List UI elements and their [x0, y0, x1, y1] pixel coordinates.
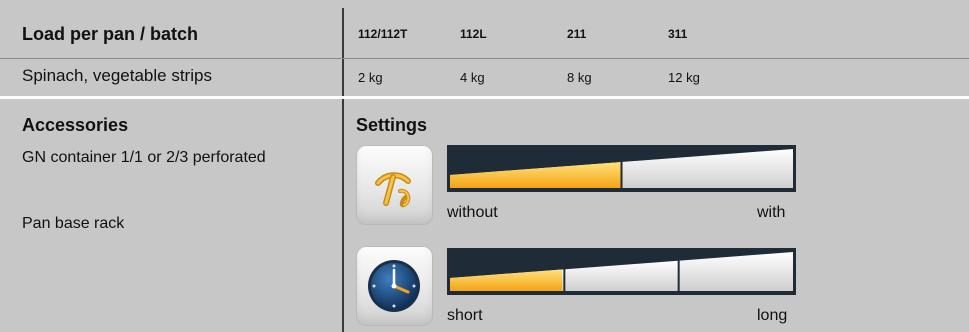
steam-nozzle-icon: [356, 145, 433, 225]
load-value-211: 8 kg: [567, 70, 592, 85]
model-211: 211: [567, 27, 587, 41]
humidity-max-label: with: [757, 204, 786, 221]
section-divider: [0, 96, 969, 99]
humidity-level-bar: [447, 145, 796, 192]
accessory-item: Pan base rack: [22, 215, 125, 232]
cooking-settings-sheet: Load per pan / batch Spinach, vegetable …: [0, 0, 969, 332]
load-value-112l: 4 kg: [460, 70, 485, 85]
accessory-item: GN container 1/1 or 2/3 perforated: [22, 149, 266, 166]
clock-icon: [356, 246, 433, 326]
load-heading: Load per pan / batch: [22, 24, 199, 44]
food-label: Spinach, vegetable strips: [22, 66, 212, 85]
model-112-112t: 112/112T: [358, 27, 408, 41]
model-112l: 112L: [460, 27, 487, 41]
settings-title: Settings: [356, 115, 428, 135]
load-value-311: 12 kg: [668, 70, 700, 85]
model-311: 311: [668, 27, 688, 41]
row-divider: [0, 58, 969, 59]
time-level-bar: [447, 248, 796, 295]
humidity-min-label: without: [447, 204, 498, 221]
accessories-title: Accessories: [22, 115, 129, 135]
time-max-label: long: [757, 307, 788, 324]
time-min-label: short: [447, 307, 483, 324]
column-divider: [342, 8, 344, 332]
load-value-112-112t: 2 kg: [358, 70, 383, 85]
